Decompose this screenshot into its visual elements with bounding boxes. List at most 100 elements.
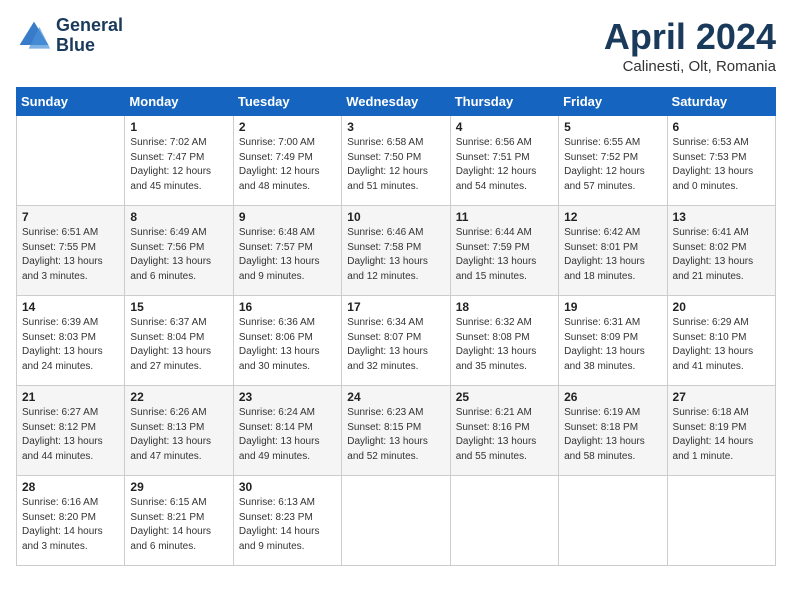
week-row-1: 1 Sunrise: 7:02 AMSunset: 7:47 PMDaylight…: [17, 116, 776, 206]
day-number: 21: [22, 390, 119, 404]
day-number: 24: [347, 390, 444, 404]
day-number: 25: [456, 390, 553, 404]
cell-info: Sunrise: 6:37 AMSunset: 8:04 PMDaylight:…: [130, 316, 227, 374]
calendar-cell: 16Sunrise: 6:36 AMSunset: 8:06 PMDayligh…: [233, 296, 341, 386]
calendar-cell: 23Sunrise: 6:24 AMSunset: 8:14 PMDayligh…: [233, 386, 341, 476]
calendar-cell: [559, 476, 667, 566]
day-number: 5: [564, 120, 661, 134]
cell-info: Sunrise: 6:26 AMSunset: 8:13 PMDaylight:…: [130, 406, 227, 464]
week-row-4: 21Sunrise: 6:27 AMSunset: 8:12 PMDayligh…: [17, 386, 776, 476]
cell-info: Sunrise: 6:55 AMSunset: 7:52 PMDaylight:…: [564, 136, 661, 194]
page-header: General Blue April 2024 Calinesti, Olt, …: [16, 16, 776, 75]
cell-info: Sunrise: 6:13 AMSunset: 8:23 PMDaylight:…: [239, 496, 336, 554]
calendar-cell: 17Sunrise: 6:34 AMSunset: 8:07 PMDayligh…: [342, 296, 450, 386]
day-number: 8: [130, 210, 227, 224]
week-row-2: 7Sunrise: 6:51 AMSunset: 7:55 PMDaylight…: [17, 206, 776, 296]
cell-info: Sunrise: 6:31 AMSunset: 8:09 PMDaylight:…: [564, 316, 661, 374]
col-header-monday: Monday: [125, 88, 233, 116]
cell-info: Sunrise: 6:49 AMSunset: 7:56 PMDaylight:…: [130, 226, 227, 284]
calendar-cell: 21Sunrise: 6:27 AMSunset: 8:12 PMDayligh…: [17, 386, 125, 476]
cell-info: Sunrise: 6:41 AMSunset: 8:02 PMDaylight:…: [673, 226, 770, 284]
day-number: 16: [239, 300, 336, 314]
calendar-cell: [342, 476, 450, 566]
day-number: 13: [673, 210, 770, 224]
cell-info: Sunrise: 6:48 AMSunset: 7:57 PMDaylight:…: [239, 226, 336, 284]
calendar-table: SundayMondayTuesdayWednesdayThursdayFrid…: [16, 87, 776, 566]
calendar-cell: 20 Sunrise: 6:29 AMSunset: 8:10 PMDayligh…: [667, 296, 775, 386]
logo-text: General Blue: [56, 16, 123, 56]
month-title: April 2024: [604, 16, 776, 58]
calendar-cell: [17, 116, 125, 206]
calendar-cell: 11Sunrise: 6:44 AMSunset: 7:59 PMDayligh…: [450, 206, 558, 296]
calendar-cell: 8 Sunrise: 6:49 AMSunset: 7:56 PMDaylight…: [125, 206, 233, 296]
week-row-3: 14 Sunrise: 6:39 AMSunset: 8:03 PMDayligh…: [17, 296, 776, 386]
cell-info: Sunrise: 6:32 AMSunset: 8:08 PMDaylight:…: [456, 316, 553, 374]
cell-info: Sunrise: 6:56 AMSunset: 7:51 PMDaylight:…: [456, 136, 553, 194]
calendar-cell: 12 Sunrise: 6:42 AMSunset: 8:01 PMDayligh…: [559, 206, 667, 296]
calendar-cell: 28Sunrise: 6:16 AMSunset: 8:20 PMDayligh…: [17, 476, 125, 566]
col-header-thursday: Thursday: [450, 88, 558, 116]
col-header-tuesday: Tuesday: [233, 88, 341, 116]
day-number: 10: [347, 210, 444, 224]
logo: General Blue: [16, 16, 123, 56]
day-number: 12: [564, 210, 661, 224]
day-number: 22: [130, 390, 227, 404]
cell-info: Sunrise: 7:02 AMSunset: 7:47 PMDaylight:…: [130, 136, 227, 194]
day-number: 20: [673, 300, 770, 314]
calendar-cell: 10 Sunrise: 6:46 AMSunset: 7:58 PMDayligh…: [342, 206, 450, 296]
day-number: 29: [130, 480, 227, 494]
day-number: 1: [130, 120, 227, 134]
day-number: 14: [22, 300, 119, 314]
calendar-cell: 6 Sunrise: 6:53 AMSunset: 7:53 PMDaylight…: [667, 116, 775, 206]
calendar-cell: 29 Sunrise: 6:15 AMSunset: 8:21 PMDayligh…: [125, 476, 233, 566]
cell-info: Sunrise: 7:00 AMSunset: 7:49 PMDaylight:…: [239, 136, 336, 194]
calendar-cell: 15 Sunrise: 6:37 AMSunset: 8:04 PMDayligh…: [125, 296, 233, 386]
calendar-cell: [667, 476, 775, 566]
day-number: 27: [673, 390, 770, 404]
col-header-sunday: Sunday: [17, 88, 125, 116]
day-number: 4: [456, 120, 553, 134]
day-number: 28: [22, 480, 119, 494]
day-number: 17: [347, 300, 444, 314]
calendar-cell: [450, 476, 558, 566]
day-number: 11: [456, 210, 553, 224]
cell-info: Sunrise: 6:39 AMSunset: 8:03 PMDaylight:…: [22, 316, 119, 374]
week-row-5: 28Sunrise: 6:16 AMSunset: 8:20 PMDayligh…: [17, 476, 776, 566]
cell-info: Sunrise: 6:15 AMSunset: 8:21 PMDaylight:…: [130, 496, 227, 554]
cell-info: Sunrise: 6:53 AMSunset: 7:53 PMDaylight:…: [673, 136, 770, 194]
cell-info: Sunrise: 6:19 AMSunset: 8:18 PMDaylight:…: [564, 406, 661, 464]
calendar-cell: 9 Sunrise: 6:48 AMSunset: 7:57 PMDaylight…: [233, 206, 341, 296]
col-header-friday: Friday: [559, 88, 667, 116]
location: Calinesti, Olt, Romania: [604, 58, 776, 75]
title-block: April 2024 Calinesti, Olt, Romania: [604, 16, 776, 75]
day-number: 9: [239, 210, 336, 224]
day-number: 3: [347, 120, 444, 134]
cell-info: Sunrise: 6:23 AMSunset: 8:15 PMDaylight:…: [347, 406, 444, 464]
day-number: 23: [239, 390, 336, 404]
calendar-cell: 3 Sunrise: 6:58 AMSunset: 7:50 PMDaylight…: [342, 116, 450, 206]
col-header-saturday: Saturday: [667, 88, 775, 116]
day-number: 15: [130, 300, 227, 314]
day-number: 7: [22, 210, 119, 224]
calendar-cell: 26Sunrise: 6:19 AMSunset: 8:18 PMDayligh…: [559, 386, 667, 476]
calendar-cell: 13 Sunrise: 6:41 AMSunset: 8:02 PMDayligh…: [667, 206, 775, 296]
cell-info: Sunrise: 6:58 AMSunset: 7:50 PMDaylight:…: [347, 136, 444, 194]
calendar-cell: 5 Sunrise: 6:55 AMSunset: 7:52 PMDaylight…: [559, 116, 667, 206]
calendar-cell: 4 Sunrise: 6:56 AMSunset: 7:51 PMDaylight…: [450, 116, 558, 206]
day-number: 30: [239, 480, 336, 494]
calendar-cell: 30 Sunrise: 6:13 AMSunset: 8:23 PMDayligh…: [233, 476, 341, 566]
cell-info: Sunrise: 6:29 AMSunset: 8:10 PMDaylight:…: [673, 316, 770, 374]
calendar-cell: 19 Sunrise: 6:31 AMSunset: 8:09 PMDayligh…: [559, 296, 667, 386]
cell-info: Sunrise: 6:42 AMSunset: 8:01 PMDaylight:…: [564, 226, 661, 284]
cell-info: Sunrise: 6:21 AMSunset: 8:16 PMDaylight:…: [456, 406, 553, 464]
calendar-cell: 1 Sunrise: 7:02 AMSunset: 7:47 PMDaylight…: [125, 116, 233, 206]
calendar-cell: 25 Sunrise: 6:21 AMSunset: 8:16 PMDayligh…: [450, 386, 558, 476]
day-number: 2: [239, 120, 336, 134]
cell-info: Sunrise: 6:18 AMSunset: 8:19 PMDaylight:…: [673, 406, 770, 464]
day-number: 18: [456, 300, 553, 314]
calendar-cell: 2 Sunrise: 7:00 AMSunset: 7:49 PMDaylight…: [233, 116, 341, 206]
cell-info: Sunrise: 6:46 AMSunset: 7:58 PMDaylight:…: [347, 226, 444, 284]
day-number: 19: [564, 300, 661, 314]
calendar-cell: 27 Sunrise: 6:18 AMSunset: 8:19 PMDayligh…: [667, 386, 775, 476]
day-number: 6: [673, 120, 770, 134]
